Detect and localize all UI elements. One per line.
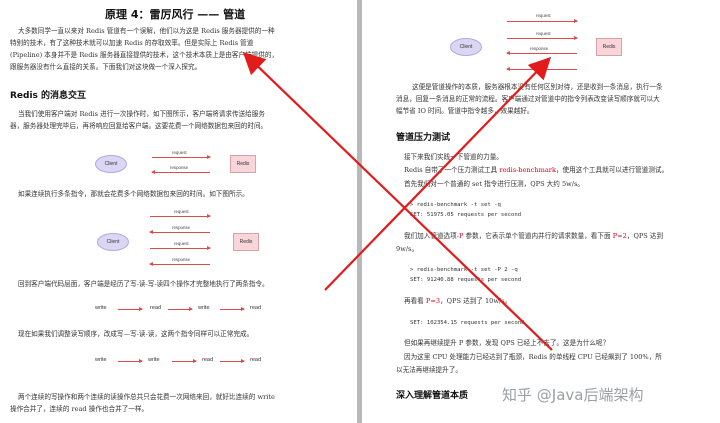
code-line: SET: 91240.88 requests per second [410,277,522,283]
intro-line-2: 特别的技术，有了这种技术就可以加速 Redis 的存取效率。但是实际上 Redi… [10,39,254,47]
para3: 回到客户端代码层面，客户端是经历了写-读-写-读四个操作才完整地执行了两条指令。 [18,280,269,288]
para6: 再看看 P=3，QPS 达到了 10w/s。 [404,297,512,305]
para8-line-2: 以无法再继续提升了。 [396,366,462,374]
response-arrow [151,170,210,174]
request-arrow [507,36,578,40]
para5-line-2: 9w/s。 [396,245,419,253]
chapter-title: 原理 4：雷厉风行 —— 管道 [105,8,246,21]
request-label: request [172,150,187,155]
redis-node: Redis [233,233,259,251]
seq-arrow [118,359,143,363]
para1-line-1: 这便是管道操作的本质，服务器根本没有任何区别对待，还是收到一条消息，执行一条 [412,83,663,91]
para1-line-1: 当我们使用客户端对 Redis 进行一次操作时，如下图所示，客户端将请求传送给服… [18,110,265,118]
response-label: response [172,257,191,262]
intro-line-1: 大多数同学一直以来对 Redis 管道有一个误解，他们以为这是 Redis 服务… [18,27,275,35]
response-arrow [149,262,210,266]
seq-arrow [118,307,143,311]
seq-step: write [95,305,107,311]
code-line: > redis-benchmark -t set -q [410,202,501,208]
para4: 首先我们对一个普通的 set 指令进行压测，QPS 大约 5w/s。 [404,180,584,188]
para1-line-2: 消息，回复一条消息的正常的流程。客户端通过对管道中的指令列表改变读写顺序就可以大 [396,95,660,103]
para7: 但如果再继续提升 P 参数，发现 QPS 已经上不去了。这是为什么呢？ [404,339,610,347]
watermark: 知乎 @Java后端架构 [502,386,644,404]
para2: 接下来我们实践一下管道的力量。 [404,153,503,161]
seq-step: read [202,357,214,363]
para4: 现在如果我们调整读写顺序，改成写—写-读-读，这两个指令同样可以正常完成。 [18,330,254,338]
response-label: response [172,225,191,230]
para5-line-1: 两个连续的写操作和两个连续的读操作总共只会花费一次网络来回，就好比连续的 wri… [18,393,275,401]
response-label: response [530,62,549,67]
response-arrow [506,51,577,55]
seq-step: read [250,357,262,363]
section-heading-pressure-test: 管道压力测试 [396,133,451,143]
para2: 如果连续执行多条指令，那就会花费多个网络数据包来回的时间。如下图所示。 [18,190,249,198]
code-line: > redis-benchmark -t set -P 2 -q [410,267,518,273]
section-heading-message-exchange: Redis 的消息交互 [10,91,87,101]
request-arrow [507,19,578,23]
request-arrow [150,214,211,218]
para8-line-1: 因为这里 CPU 处理能力已经达到了瓶颈，Redis 的单线程 CPU 已经飙到… [404,353,662,361]
response-label: response [530,46,549,51]
client-node: Client [450,38,482,56]
request-label: request [174,241,189,246]
request-label: request [174,209,189,214]
seq-step: write [198,305,210,311]
seq-arrow [168,307,193,311]
client-node: Client [97,233,129,251]
right-page: Client request request response response… [362,0,720,423]
intro-line-4: 跟服务器没有什么直接的关系。下面我们对这块做一个深入探究。 [10,63,202,71]
seq-step: write [148,357,160,363]
para3: Redis 自带了一个压力测试工具 redis-benchmark，使用这个工具… [404,166,669,174]
para1-line-3: 幅节省 IO 时间。管道中指令越多，效果越好。 [396,107,534,115]
para5-line-2: 操作合并了，连续的 read 操作也合并了一样。 [10,405,149,413]
para1-line-2: 器，服务器处理完毕后，再将响应回复给客户端。这要花费一个网络数据包来回的时间。 [10,122,268,130]
response-label: response [170,165,189,170]
request-arrow [150,246,211,250]
client-node: Client [95,155,127,173]
intro-line-3: (Pipeline) 本身并不是 Redis 服务器直接提供的技术，这个技术本质… [10,51,279,59]
section-heading-pipeline-essence: 深入理解管道本质 [396,391,469,401]
seq-arrow [220,359,245,363]
response-arrow [506,67,577,71]
redis-node: Redis [230,155,256,173]
seq-step: read [250,305,262,311]
para5-line-1: 我们加入管道选项-P 参数，它表示单个管道内并行的请求数量，看下面 P=2，QP… [404,232,664,240]
seq-arrow [220,307,245,311]
request-arrow [152,155,211,159]
request-label: request [536,31,551,36]
tool-name: redis-benchmark [499,166,556,174]
seq-step: write [95,357,107,363]
left-page: 原理 4：雷厉风行 —— 管道 大多数同学一直以来对 Redis 管道有一个误解… [0,0,357,423]
code-line: SET: 102354.15 requests per second [410,320,525,326]
redis-node: Redis [596,38,622,56]
request-label: request [536,13,551,18]
response-arrow [149,230,210,234]
seq-step: read [150,305,162,311]
code-line: SET: 51975.05 requests per second [410,212,522,218]
seq-arrow [172,359,197,363]
